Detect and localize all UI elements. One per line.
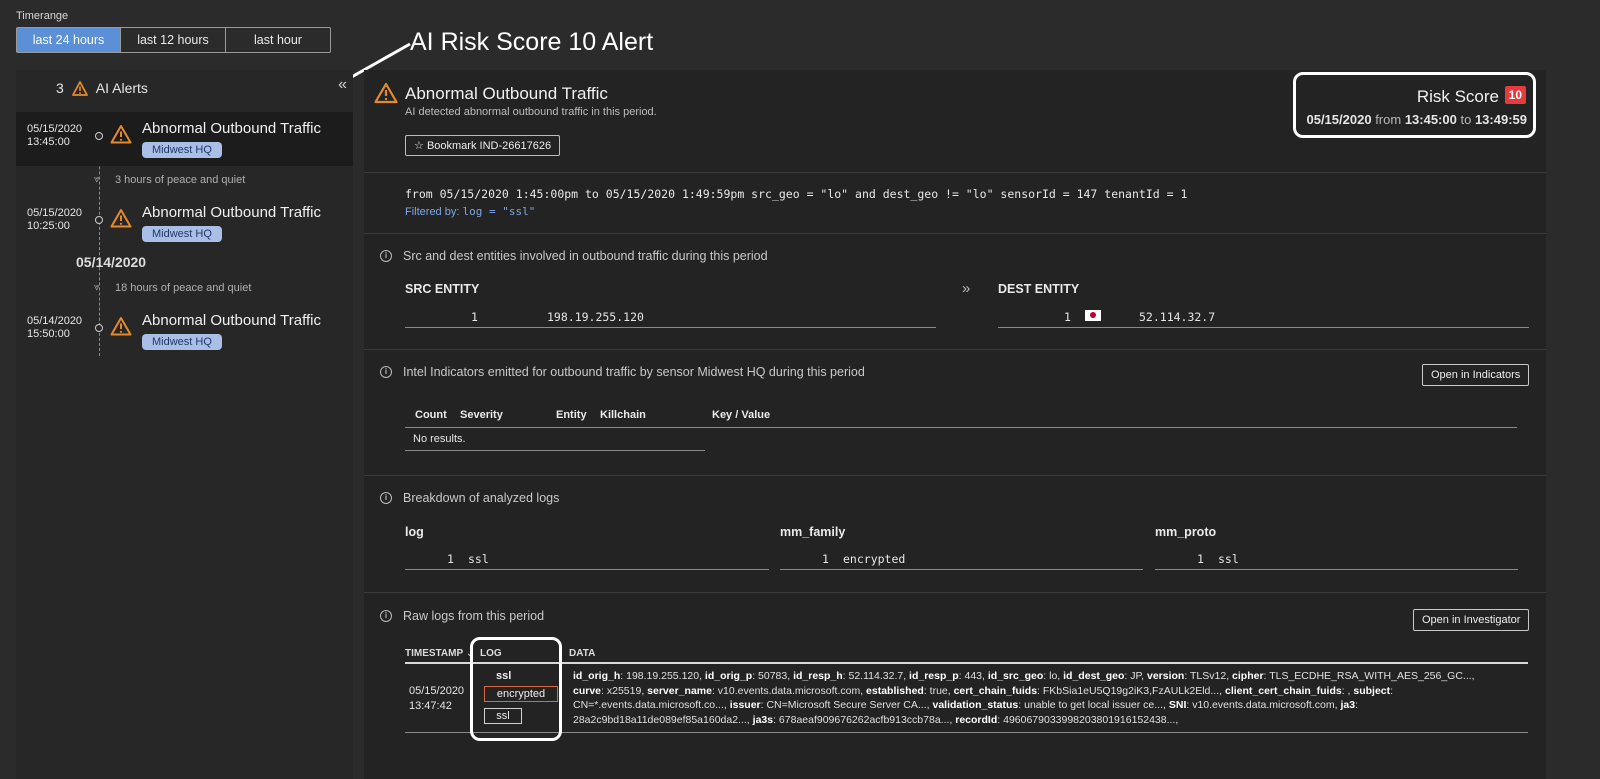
column-header[interactable]: Killchain xyxy=(600,409,646,421)
info-icon: i xyxy=(380,250,392,262)
timeline-dot xyxy=(95,132,103,140)
warning-icon xyxy=(110,209,132,228)
raw-log-data: id_orig_h: 198.19.255.120, id_orig_p: 50… xyxy=(573,670,1475,726)
divider xyxy=(364,233,1546,234)
risk-score-label: Risk Score xyxy=(1416,87,1499,106)
open-in-investigator-button[interactable]: Open in Investigator xyxy=(1413,609,1530,631)
timerange-24h-button[interactable]: last 24 hours xyxy=(17,28,121,52)
column-header[interactable]: Count xyxy=(415,409,447,421)
open-in-indicators-button[interactable]: Open in Indicators xyxy=(1422,364,1530,386)
sensor-badge: Midwest HQ xyxy=(142,334,222,350)
breakdown-header-log: log xyxy=(405,525,424,539)
alert-timestamp: 05/14/2020 15:50:00 xyxy=(27,315,83,340)
breakdown-row[interactable]: 1 ssl xyxy=(405,548,769,570)
collapse-sidebar-icon[interactable]: « xyxy=(338,76,347,94)
warning-icon xyxy=(110,317,132,336)
empty-results: No results. xyxy=(405,428,705,451)
info-icon: i xyxy=(380,366,392,378)
log-column-highlight xyxy=(470,637,562,741)
risk-score-badge: 10 xyxy=(1504,86,1526,104)
double-chevron-right-icon: » xyxy=(962,280,971,297)
timerange-12h-button[interactable]: last 12 hours xyxy=(121,28,226,52)
divider xyxy=(364,349,1546,350)
column-header[interactable]: Entity xyxy=(556,409,587,421)
timerange-label: Timerange xyxy=(16,10,69,22)
gap-text: 3 hours of peace and quiet xyxy=(115,174,246,186)
alert-item[interactable]: 05/15/2020 10:25:00 Abnormal Outbound Tra… xyxy=(16,196,353,250)
breakdown-header-family: mm_family xyxy=(780,525,846,539)
alert-title: Abnormal Outbound Traffic xyxy=(142,204,321,221)
warning-icon xyxy=(374,82,398,104)
bookmark-button[interactable]: ☆ Bookmark IND-26617626 xyxy=(405,135,561,156)
gap-text: 18 hours of peace and quiet xyxy=(115,282,252,294)
timeline-dot xyxy=(95,216,103,224)
date-separator: 05/14/2020 xyxy=(76,254,147,270)
dest-entity-row[interactable]: 1 52.114.32.7 xyxy=(998,306,1529,328)
breakdown-section-title: Breakdown of analyzed logs xyxy=(403,491,560,505)
annotation-label: AI Risk Score 10 Alert xyxy=(410,28,654,56)
japan-flag-icon xyxy=(1085,310,1101,321)
alert-timestamp: 05/15/2020 10:25:00 xyxy=(27,207,83,232)
indicators-section-title: Intel Indicators emitted for outbound tr… xyxy=(403,365,865,379)
divider xyxy=(364,475,1546,476)
sensor-badge: Midwest HQ xyxy=(142,142,222,158)
info-icon: i xyxy=(380,610,392,622)
alerts-title: AI Alerts xyxy=(95,80,148,96)
alert-title: Abnormal Outbound Traffic xyxy=(142,120,321,137)
indicators-table-header: Count Severity Entity Killchain Key / Va… xyxy=(405,406,1517,428)
filter-line: Filtered by: log = "ssl" xyxy=(405,205,536,218)
src-entity-header: SRC ENTITY xyxy=(405,282,480,296)
alert-timestamp: 05/15/2020 13:45:00 xyxy=(27,123,83,148)
warning-icon xyxy=(110,125,132,144)
info-icon: i xyxy=(380,492,392,504)
breakdown-row[interactable]: 1 encrypted xyxy=(780,548,1143,570)
alerts-count: 3 xyxy=(56,80,64,96)
column-header[interactable]: Key / Value xyxy=(712,409,770,421)
alerts-sidebar: 3 AI Alerts « 05/15/2020 13:45:00 Abnorma… xyxy=(16,70,353,779)
alert-title: Abnormal Outbound Traffic xyxy=(142,312,321,329)
detail-title: Abnormal Outbound Traffic xyxy=(405,84,608,103)
alert-item[interactable]: 05/15/2020 13:45:00 Abnormal Outbound Tra… xyxy=(16,112,353,166)
raw-log-timestamp: 05/15/2020 13:47:42 xyxy=(409,685,465,712)
chevron-down-icon: ⩔ xyxy=(94,174,100,185)
alerts-header: 3 AI Alerts xyxy=(56,80,148,96)
divider xyxy=(405,662,1528,664)
entities-section-title: Src and dest entities involved in outbou… xyxy=(403,249,768,263)
divider xyxy=(364,592,1546,593)
risk-score-panel: Risk Score 10 05/15/2020 from 13:45:00 t… xyxy=(1293,72,1536,138)
warning-icon xyxy=(71,80,88,96)
detail-subtitle: AI detected abnormal outbound traffic in… xyxy=(405,106,657,118)
chevron-down-icon: ⩔ xyxy=(94,282,100,293)
timeline-dot xyxy=(95,324,103,332)
column-header[interactable]: Severity xyxy=(460,409,503,421)
data-column-header[interactable]: DATA xyxy=(569,648,595,659)
breakdown-header-proto: mm_proto xyxy=(1155,525,1217,539)
alert-item[interactable]: 05/14/2020 15:50:00 Abnormal Outbound Tra… xyxy=(16,304,353,358)
sensor-badge: Midwest HQ xyxy=(142,226,222,242)
divider xyxy=(405,732,1528,733)
breakdown-row[interactable]: 1 ssl xyxy=(1155,548,1518,570)
query-text: from 05/15/2020 1:45:00pm to 05/15/2020 … xyxy=(405,187,1188,201)
timestamp-column-header[interactable]: TIMESTAMP ⌄ xyxy=(405,648,474,659)
star-icon: ☆ xyxy=(414,140,424,152)
src-entity-row[interactable]: 1 198.19.255.120 xyxy=(405,306,936,328)
alert-detail-panel: Abnormal Outbound Traffic AI detected ab… xyxy=(364,70,1546,779)
risk-time-range: 05/15/2020 from 13:45:00 to 13:49:59 xyxy=(1306,112,1527,127)
divider xyxy=(364,172,1546,173)
dest-entity-header: DEST ENTITY xyxy=(998,282,1080,296)
raw-logs-section-title: Raw logs from this period xyxy=(403,609,545,623)
